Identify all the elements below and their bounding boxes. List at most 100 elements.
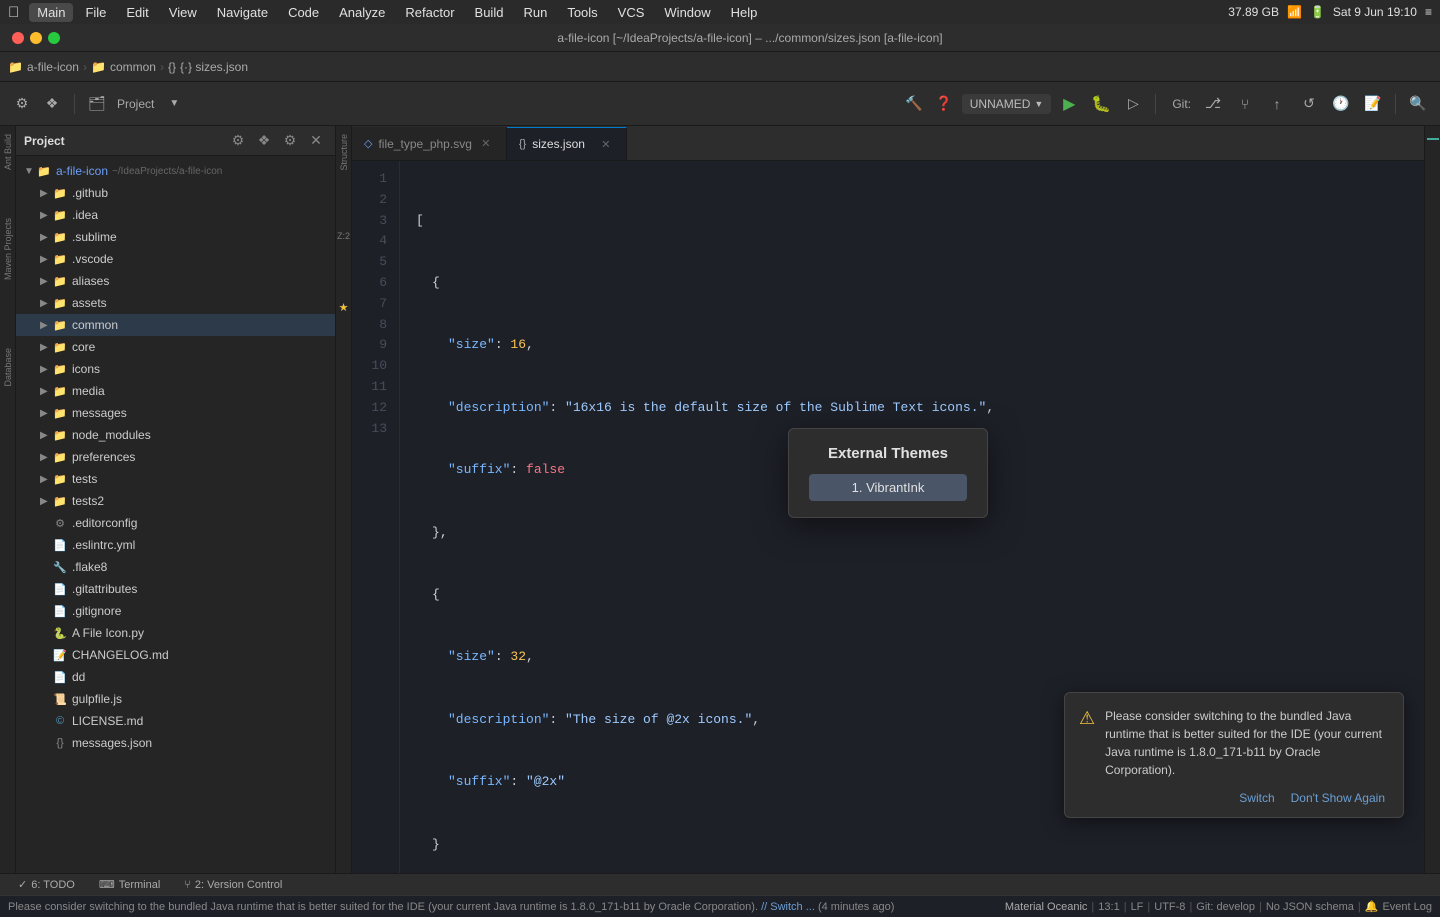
tree-item-license[interactable]: ▶ © LICENSE.md	[16, 710, 335, 732]
right-sidebar-indicator[interactable]	[1427, 138, 1439, 140]
tree-item-core[interactable]: ▶ 📁 core	[16, 336, 335, 358]
tree-item-gulpfile[interactable]: ▶ 📜 gulpfile.js	[16, 688, 335, 710]
breadcrumb-part-1[interactable]: a-file-icon	[27, 60, 79, 74]
breadcrumb-part-2[interactable]: common	[110, 60, 156, 74]
structure-panel-tab[interactable]: Structure	[339, 134, 349, 171]
tree-item-flake8[interactable]: ▶ 🔧 .flake8	[16, 556, 335, 578]
menu-run[interactable]: Run	[515, 3, 555, 22]
line-ending[interactable]: LF	[1131, 901, 1144, 913]
menu-tools[interactable]: Tools	[559, 3, 605, 22]
todo-tab[interactable]: ✓ 6: TODO	[8, 876, 85, 893]
notification-popup: ⚠ Please consider switching to the bundl…	[1064, 692, 1404, 818]
switch-button[interactable]: Switch	[1235, 789, 1278, 807]
run-coverage-icon[interactable]: ▷	[1119, 90, 1147, 118]
tree-item-media[interactable]: ▶ 📁 media	[16, 380, 335, 402]
question-icon[interactable]: ❓	[930, 90, 958, 118]
menu-vcs[interactable]: VCS	[610, 3, 653, 22]
apple-menu[interactable]: 	[8, 4, 19, 21]
menu-help[interactable]: Help	[723, 3, 766, 22]
close-button[interactable]	[12, 32, 24, 44]
json-schema[interactable]: No JSON schema	[1266, 901, 1354, 913]
tree-item-messages-json[interactable]: ▶ {} messages.json	[16, 732, 335, 754]
project-gear-icon[interactable]: ⚙	[227, 130, 249, 152]
menu-window[interactable]: Window	[656, 3, 718, 22]
tree-item-assets[interactable]: ▶ 📁 assets	[16, 292, 335, 314]
git-branch-icon[interactable]: ⑂	[1231, 90, 1259, 118]
maximize-button[interactable]	[48, 32, 60, 44]
project-close-icon[interactable]: ✕	[305, 130, 327, 152]
minimize-button[interactable]	[30, 32, 42, 44]
activity-maven[interactable]: Maven Projects	[3, 218, 13, 280]
tree-item-idea[interactable]: ▶ 📁 .idea	[16, 204, 335, 226]
tree-item-sublime[interactable]: ▶ 📁 .sublime	[16, 226, 335, 248]
encoding[interactable]: UTF-8	[1154, 901, 1185, 913]
tree-item-node-modules[interactable]: ▶ 📁 node_modules	[16, 424, 335, 446]
tree-item-aliases[interactable]: ▶ 📁 aliases	[16, 270, 335, 292]
git-history-icon[interactable]: 🕐	[1327, 90, 1355, 118]
z2-label[interactable]: Z:2	[337, 231, 350, 241]
tab-file-type-php-svg[interactable]: ◇ file_type_php.svg ✕	[352, 127, 507, 160]
tree-item-eslintrc[interactable]: ▶ 📄 .eslintrc.yml	[16, 534, 335, 556]
menu-main[interactable]: Main	[29, 3, 73, 22]
tree-item-editorconfig[interactable]: ▶ ⚙ .editorconfig	[16, 512, 335, 534]
menu-file[interactable]: File	[77, 3, 114, 22]
git-branch[interactable]: Git: develop	[1196, 901, 1255, 913]
tree-item-tests2[interactable]: ▶ 📁 tests2	[16, 490, 335, 512]
menu-view[interactable]: View	[161, 3, 205, 22]
favorites-icon[interactable]: ★	[339, 301, 349, 314]
menu-refactor[interactable]: Refactor	[397, 3, 462, 22]
tree-item-common[interactable]: ▶ 📁 common	[16, 314, 335, 336]
tree-item-vscode[interactable]: ▶ 📁 .vscode	[16, 248, 335, 270]
activity-build[interactable]: Ant Build	[3, 134, 13, 170]
tree-item-changelog[interactable]: ▶ 📝 CHANGELOG.md	[16, 644, 335, 666]
hammer-icon[interactable]: 🔨	[900, 90, 928, 118]
settings-icon[interactable]: ⚙	[8, 90, 36, 118]
search-everywhere-icon[interactable]: 🔍	[1404, 90, 1432, 118]
git-push-icon[interactable]: ↑	[1263, 90, 1291, 118]
run-button[interactable]: ▶	[1055, 90, 1083, 118]
chevron-down-icon[interactable]: ▼	[160, 90, 188, 118]
cursor-position[interactable]: 13:1	[1098, 901, 1119, 913]
tab-file-type-php-svg-close[interactable]: ✕	[478, 136, 494, 152]
version-control-tab[interactable]: ⑂ 2: Version Control	[174, 877, 292, 893]
tree-item-github[interactable]: ▶ 📁 .github	[16, 182, 335, 204]
afileicon-label: A File Icon.py	[72, 626, 144, 640]
dont-show-again-button[interactable]: Don't Show Again	[1287, 789, 1389, 807]
menu-code[interactable]: Code	[280, 3, 327, 22]
activity-database[interactable]: Database	[3, 348, 13, 387]
tree-root[interactable]: ▼ 📁 a-file-icon ~/IdeaProjects/a-file-ic…	[16, 160, 335, 182]
menu-build[interactable]: Build	[467, 3, 512, 22]
tab-sizes-json-close[interactable]: ✕	[598, 136, 614, 152]
breadcrumb-sep-2: ›	[160, 60, 164, 74]
git-update-icon[interactable]: ⎇	[1199, 90, 1227, 118]
tree-item-preferences[interactable]: ▶ 📁 preferences	[16, 446, 335, 468]
tab-sizes-json[interactable]: {} sizes.json ✕	[507, 127, 627, 160]
structure-icon[interactable]: ❖	[38, 90, 66, 118]
project-layout-icon[interactable]: ❖	[253, 130, 275, 152]
tree-item-icons[interactable]: ▶ 📁 icons	[16, 358, 335, 380]
tree-item-tests[interactable]: ▶ 📁 tests	[16, 468, 335, 490]
menu-analyze[interactable]: Analyze	[331, 3, 393, 22]
gitignore-file-icon: 📄	[52, 603, 68, 619]
line-num-1: 1	[352, 169, 399, 190]
terminal-tab[interactable]: ⌨ Terminal	[89, 876, 170, 893]
debug-icon[interactable]: 🐛	[1087, 90, 1115, 118]
messages-label: messages	[72, 406, 127, 420]
tree-item-gitignore[interactable]: ▶ 📄 .gitignore	[16, 600, 335, 622]
github-label: .github	[72, 186, 108, 200]
tree-item-afileicon[interactable]: ▶ 🐍 A File Icon.py	[16, 622, 335, 644]
breadcrumb-part-3[interactable]: {·} sizes.json	[180, 60, 248, 74]
themes-popup-item-vibrantink[interactable]: 1. VibrantInk	[809, 474, 967, 501]
git-annotate-icon[interactable]: 📝	[1359, 90, 1387, 118]
theme-name[interactable]: Material Oceanic	[1005, 901, 1088, 913]
git-revert-icon[interactable]: ↺	[1295, 90, 1323, 118]
event-log-label[interactable]: Event Log	[1382, 901, 1432, 913]
project-icon[interactable]: 🗂	[83, 90, 111, 118]
menu-edit[interactable]: Edit	[118, 3, 156, 22]
tree-item-gitattributes[interactable]: ▶ 📄 .gitattributes	[16, 578, 335, 600]
project-settings-icon[interactable]: ⚙	[279, 130, 301, 152]
menu-navigate[interactable]: Navigate	[209, 3, 276, 22]
configuration-dropdown[interactable]: UNNAMED ▼	[962, 94, 1052, 114]
tree-item-messages[interactable]: ▶ 📁 messages	[16, 402, 335, 424]
tree-item-dd[interactable]: ▶ 📄 dd	[16, 666, 335, 688]
